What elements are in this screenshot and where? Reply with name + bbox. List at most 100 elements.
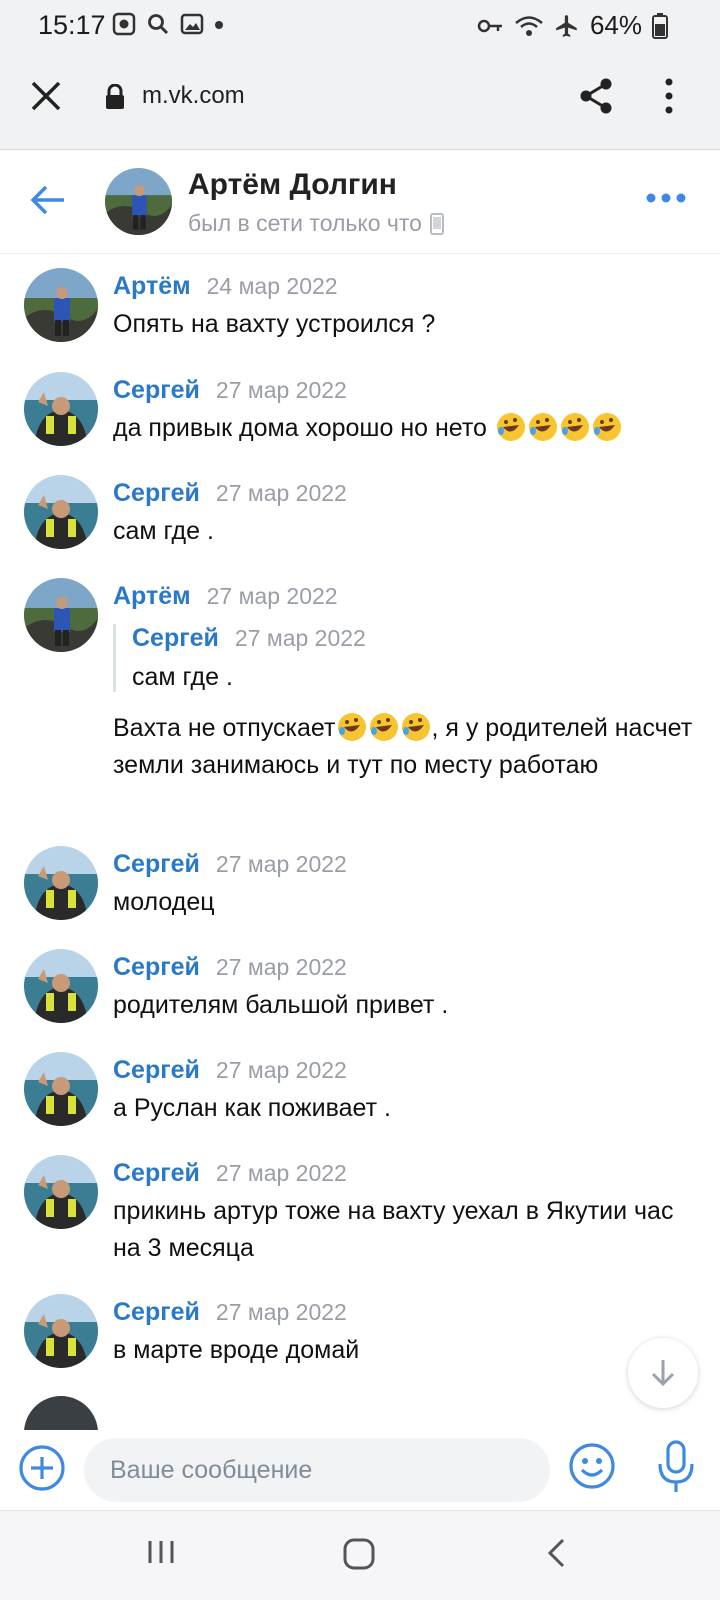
message-date: 27 мар 2022 xyxy=(206,583,338,609)
image-notification-icon xyxy=(180,13,204,35)
rofl-emoji-icon xyxy=(560,413,589,441)
notification-icons xyxy=(112,12,224,36)
emoji-group xyxy=(335,713,431,742)
contact-status: был в сети только что xyxy=(188,210,444,237)
message-body: да привык дома хорошо но нето xyxy=(113,410,698,447)
quote-author[interactable]: Сергей xyxy=(132,624,219,653)
emoji-picker-icon[interactable] xyxy=(568,1442,616,1490)
reply-quote[interactable]: Сергей 27 мар 2022 сам где . xyxy=(113,624,633,692)
battery-percent: 64% xyxy=(589,10,642,40)
message-header: Артём 24 мар 2022 xyxy=(113,272,338,301)
microphone-icon[interactable] xyxy=(656,1440,696,1494)
message-header: Сергей 27 мар 2022 xyxy=(113,479,347,508)
message-text: а Руслан как поживает . xyxy=(113,1094,391,1122)
message-text: Опять на вахту устроился ? xyxy=(113,310,436,338)
message-date: 27 мар 2022 xyxy=(215,377,347,403)
avatar-artem[interactable] xyxy=(24,268,98,342)
message-date: 24 мар 2022 xyxy=(206,273,338,299)
message-author[interactable]: Сергей xyxy=(113,1159,200,1188)
vpn-key-icon xyxy=(477,19,502,32)
message-input-wrapper xyxy=(84,1438,550,1502)
wifi-icon xyxy=(515,15,543,36)
avatar-sergey[interactable] xyxy=(24,372,98,446)
home-icon[interactable] xyxy=(342,1537,376,1571)
message-author[interactable]: Артём xyxy=(113,582,191,611)
back-nav-icon[interactable] xyxy=(546,1537,566,1569)
message-list[interactable]: Артём 24 мар 2022 Опять на вахту устроил… xyxy=(0,254,720,1430)
message-author[interactable]: Сергей xyxy=(113,376,200,405)
rofl-emoji-icon xyxy=(338,713,367,741)
contact-avatar[interactable] xyxy=(105,168,172,235)
message-author[interactable]: Артём xyxy=(113,272,191,301)
message-header: Сергей 27 мар 2022 xyxy=(113,1298,347,1327)
avatar-sergey[interactable] xyxy=(24,1155,98,1229)
message-date: 27 мар 2022 xyxy=(215,1160,347,1186)
emoji-group xyxy=(494,413,622,442)
avatar-sergey[interactable] xyxy=(24,1294,98,1368)
message-text: молодец xyxy=(113,888,215,916)
search-notification-icon xyxy=(148,14,169,35)
status-time: 15:17 xyxy=(38,10,106,40)
status-bar: 15:17 64% xyxy=(0,0,720,50)
message-author[interactable]: Сергей xyxy=(113,479,200,508)
dot-icon xyxy=(215,21,223,29)
rofl-emoji-icon xyxy=(592,413,621,441)
message-date: 27 мар 2022 xyxy=(215,851,347,877)
message-author[interactable]: Сергей xyxy=(113,850,200,879)
message-text: прикинь артур тоже на вахту уехал в Якут… xyxy=(113,1197,674,1262)
message-input[interactable] xyxy=(84,1438,550,1502)
more-dots-icon[interactable] xyxy=(646,192,686,204)
airplane-icon xyxy=(556,14,577,37)
message-text: в марте вроде домай xyxy=(113,1336,360,1364)
rofl-emoji-icon xyxy=(496,413,525,441)
message-header: Сергей 27 мар 2022 xyxy=(113,1056,347,1085)
message-author[interactable]: Сергей xyxy=(113,1056,200,1085)
rofl-emoji-icon xyxy=(370,713,399,741)
message-header: Сергей 27 мар 2022 xyxy=(113,1159,347,1188)
browser-menu-icon[interactable] xyxy=(664,76,674,116)
message-author[interactable]: Сергей xyxy=(113,953,200,982)
message-text: сам где . xyxy=(113,517,214,545)
message-text: родителям бальшой привет . xyxy=(113,991,449,1019)
quote-header: Сергей 27 мар 2022 xyxy=(132,624,633,653)
message-date: 27 мар 2022 xyxy=(215,954,347,980)
avatar-artem[interactable] xyxy=(24,578,98,652)
system-nav-bar xyxy=(0,1510,720,1600)
status-right: 64% xyxy=(476,10,668,41)
message-composer xyxy=(0,1430,720,1510)
avatar-sergey[interactable] xyxy=(24,949,98,1023)
message-date: 27 мар 2022 xyxy=(215,480,347,506)
mobile-device-icon xyxy=(429,212,444,235)
message-text-before: Вахта не отпускает xyxy=(113,714,336,742)
contact-name: Артём Долгин xyxy=(188,168,397,201)
message-body: Вахта не отпускает, я у родителей насчет… xyxy=(113,710,698,784)
close-tab-icon[interactable] xyxy=(28,78,64,114)
message-header: Сергей 27 мар 2022 xyxy=(113,850,347,879)
shield-notification-icon xyxy=(112,12,136,36)
url-text[interactable]: m.vk.com xyxy=(142,82,245,110)
message-date: 27 мар 2022 xyxy=(215,1057,347,1083)
message-header: Артём 27 мар 2022 xyxy=(113,582,338,611)
address-bar: m.vk.com xyxy=(0,62,720,134)
scroll-down-button[interactable] xyxy=(628,1338,698,1408)
message-text: да привык дома хорошо но нето xyxy=(113,414,487,442)
message-header: Сергей 27 мар 2022 xyxy=(113,953,347,982)
avatar-sergey[interactable] xyxy=(24,475,98,549)
online-status-text: был в сети только что xyxy=(188,210,422,236)
avatar-partial xyxy=(24,1396,98,1430)
share-icon[interactable] xyxy=(576,76,616,116)
quote-date: 27 мар 2022 xyxy=(234,625,366,651)
recent-apps-icon[interactable] xyxy=(146,1537,176,1567)
rofl-emoji-icon xyxy=(402,713,431,741)
add-attachment-icon[interactable] xyxy=(18,1444,66,1492)
rofl-emoji-icon xyxy=(528,413,557,441)
message-date: 27 мар 2022 xyxy=(215,1299,347,1325)
battery-icon xyxy=(652,12,668,39)
avatar-sergey[interactable] xyxy=(24,846,98,920)
back-arrow-icon[interactable] xyxy=(28,180,68,220)
message-author[interactable]: Сергей xyxy=(113,1298,200,1327)
quote-text: сам где . xyxy=(132,663,233,691)
avatar-sergey[interactable] xyxy=(24,1052,98,1126)
chat-header: Артём Долгин был в сети только что xyxy=(0,150,720,254)
message-header: Сергей 27 мар 2022 xyxy=(113,376,347,405)
